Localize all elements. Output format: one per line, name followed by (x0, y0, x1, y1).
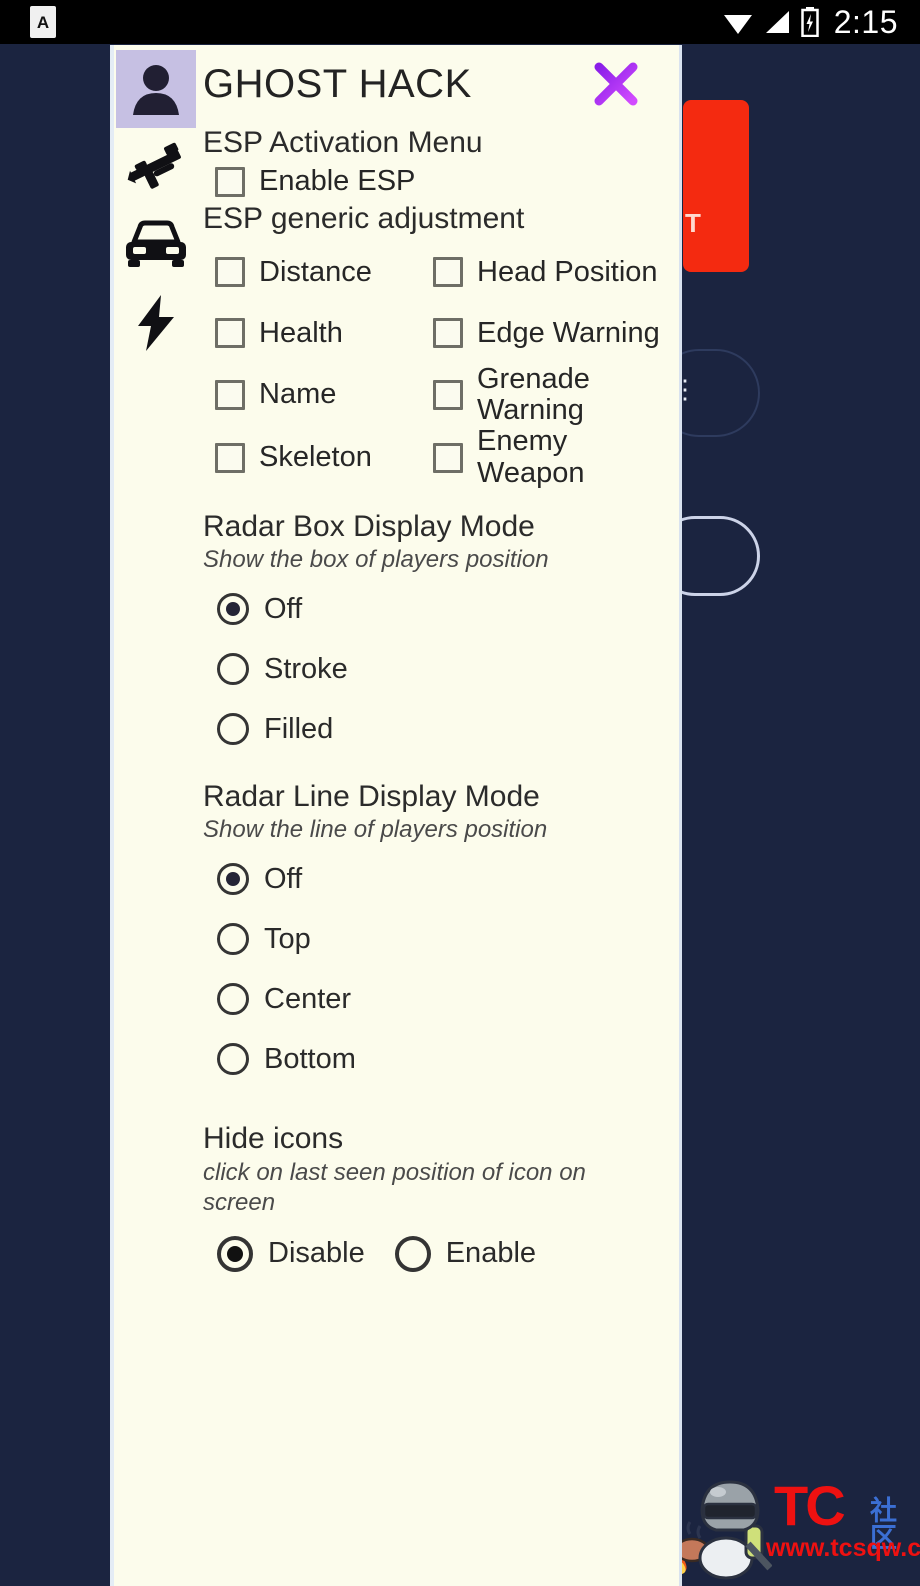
checkbox-edge-warning[interactable]: Edge Warning (433, 303, 669, 364)
bolt-icon (134, 294, 178, 352)
radar-line-center-label: Center (264, 982, 352, 1015)
background-red-button[interactable]: T (683, 100, 749, 272)
hide-icons-option-disable[interactable]: Disable (217, 1224, 365, 1284)
radar-box-filled-radio[interactable] (217, 713, 249, 746)
radar-line-heading: Radar Line Display Mode (203, 780, 540, 814)
rifle-icon (123, 135, 189, 199)
ghost-hack-panel: GHOST HACK ESP Activation Menu Enable ES… (110, 45, 682, 1586)
panel-icon-rail (114, 45, 198, 1586)
radar-line-top-radio[interactable] (217, 923, 249, 956)
notification-app-icon: A (30, 6, 56, 38)
checkbox-distance[interactable]: Distance (215, 242, 433, 303)
enable-esp-label: Enable ESP (259, 165, 416, 198)
radar-line-top-label: Top (264, 922, 311, 955)
car-icon (124, 220, 188, 270)
esp-generic-heading: ESP generic adjustment (203, 201, 525, 235)
hide-icons-disable-radio[interactable] (217, 1235, 253, 1272)
radar-box-option-off[interactable]: Off (217, 579, 669, 639)
skeleton-label: Skeleton (259, 440, 372, 473)
signal-icon (764, 9, 790, 35)
watermark-url: www.tcsqw.com (766, 1534, 920, 1562)
radar-box-subtitle: Show the box of players position (203, 546, 549, 574)
radar-box-option-stroke[interactable]: Stroke (217, 639, 669, 699)
edge-warning-checkbox[interactable] (433, 318, 463, 349)
radar-line-option-bottom[interactable]: Bottom (217, 1029, 669, 1089)
skeleton-checkbox[interactable] (215, 442, 245, 473)
panel-content: GHOST HACK ESP Activation Menu Enable ES… (198, 45, 679, 1586)
hide-icons-radio-group: Disable Enable (217, 1224, 669, 1284)
radar-line-radio-group: Off Top Center Bottom (217, 849, 669, 1089)
radar-line-bottom-radio[interactable] (217, 1043, 249, 1076)
radar-line-bottom-label: Bottom (264, 1042, 356, 1075)
hide-icons-option-enable[interactable]: Enable (394, 1224, 537, 1284)
rail-item-weapon[interactable] (116, 128, 196, 206)
hide-icons-enable-radio[interactable] (394, 1235, 431, 1272)
checkbox-skeleton[interactable]: Skeleton (215, 426, 433, 489)
radar-line-off-label: Off (264, 862, 303, 895)
name-label: Name (259, 378, 337, 411)
enemy-weapon-checkbox[interactable] (433, 442, 463, 473)
checkbox-grenade-warning[interactable]: Grenade Warning (433, 362, 669, 427)
radar-line-option-center[interactable]: Center (217, 969, 669, 1029)
panel-title: GHOST HACK (203, 62, 472, 106)
radar-box-heading: Radar Box Display Mode (203, 509, 535, 543)
radar-box-off-radio[interactable] (217, 593, 249, 626)
health-label: Health (259, 316, 343, 349)
radar-box-off-label: Off (264, 592, 303, 625)
health-checkbox[interactable] (215, 318, 245, 349)
android-status-bar: A 2:15 (0, 0, 920, 44)
radar-line-off-radio[interactable] (217, 863, 249, 896)
hide-icons-disable-label: Disable (268, 1237, 365, 1269)
checkbox-enemy-weapon[interactable]: Enemy Weapon (433, 426, 669, 489)
radar-box-stroke-label: Stroke (264, 652, 348, 685)
head-position-label: Head Position (477, 255, 658, 288)
enable-esp-checkbox[interactable] (215, 166, 245, 197)
checkbox-name[interactable]: Name (215, 364, 433, 427)
radar-box-option-filled[interactable]: Filled (217, 699, 669, 759)
checkbox-enable-esp[interactable]: Enable ESP (215, 165, 669, 198)
edge-warning-label: Edge Warning (477, 316, 660, 349)
radar-box-radio-group: Off Stroke Filled (217, 579, 669, 759)
checkbox-health[interactable]: Health (215, 303, 433, 364)
hide-icons-heading: Hide icons (203, 1122, 344, 1156)
radar-line-option-top[interactable]: Top (217, 909, 669, 969)
radar-box-filled-label: Filled (264, 712, 334, 745)
radar-line-center-radio[interactable] (217, 983, 249, 1016)
radar-line-subtitle: Show the line of players position (203, 816, 548, 844)
esp-activation-heading: ESP Activation Menu (203, 126, 483, 159)
battery-charging-icon (800, 7, 819, 37)
rail-item-player[interactable] (116, 50, 196, 128)
esp-generic-checkbox-grid: Distance Head Position Health Edge Warni… (215, 242, 669, 489)
name-checkbox[interactable] (215, 380, 245, 410)
head-position-checkbox[interactable] (433, 257, 463, 288)
close-icon[interactable] (593, 61, 639, 107)
grenade-warning-checkbox[interactable] (433, 380, 463, 410)
panel-header: GHOST HACK (203, 45, 669, 123)
background-red-button-label: T (685, 208, 701, 238)
hide-icons-subtitle: click on last seen position of icon on s… (203, 1158, 586, 1216)
status-bar-indicators: 2:15 (723, 4, 898, 41)
distance-label: Distance (259, 255, 372, 288)
radar-box-stroke-radio[interactable] (217, 653, 249, 686)
person-icon (129, 61, 183, 117)
rail-item-misc[interactable] (116, 284, 196, 362)
distance-checkbox[interactable] (215, 257, 245, 288)
radar-line-option-off[interactable]: Off (217, 849, 669, 909)
wifi-icon (723, 9, 753, 35)
watermark-brand: TC (774, 1474, 846, 1537)
grenade-warning-label: Grenade Warning (477, 362, 590, 426)
checkbox-head-position[interactable]: Head Position (433, 242, 669, 303)
watermark: TC 社区 www.tcsqw.com (662, 1460, 920, 1580)
enemy-weapon-label: Enemy Weapon (477, 425, 585, 489)
rail-item-vehicle[interactable] (116, 206, 196, 284)
status-bar-clock: 2:15 (833, 3, 898, 40)
hide-icons-enable-label: Enable (445, 1237, 537, 1269)
